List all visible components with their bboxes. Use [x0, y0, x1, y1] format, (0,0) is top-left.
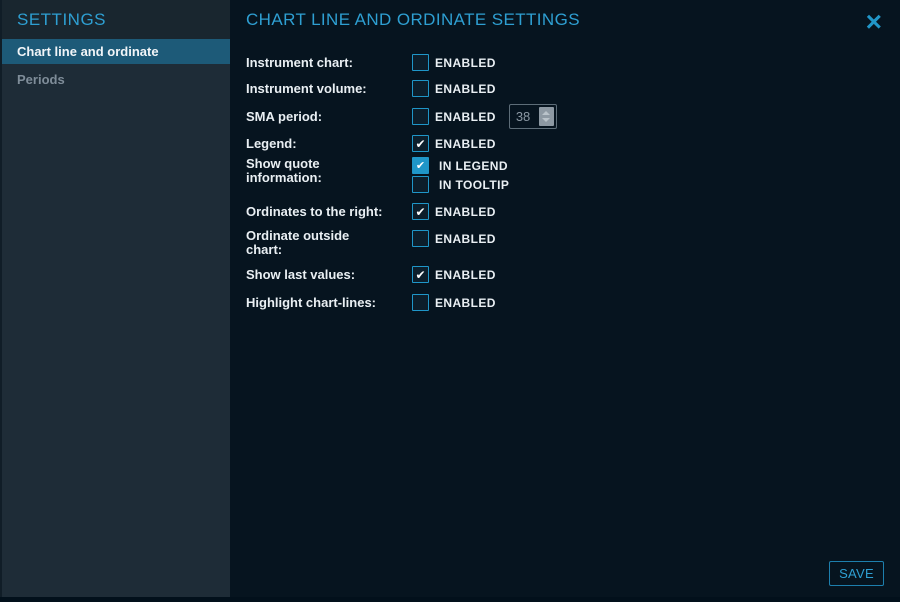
row-ordinate-outside-chart: Ordinate outside chart: ENABLED — [246, 229, 496, 257]
ordinates-right-checkbox[interactable]: ✔ — [412, 203, 429, 220]
sidebar: SETTINGS Chart line and ordinate Periods — [0, 0, 230, 597]
quote-in-tooltip-checkbox[interactable] — [412, 176, 429, 193]
row-show-quote-information: Show quote information: ✔ IN LEGEND IN T… — [246, 157, 509, 193]
checkbox-label[interactable]: IN TOOLTIP — [439, 178, 509, 192]
sidebar-item-chart-line-and-ordinate[interactable]: Chart line and ordinate — [2, 39, 230, 64]
checkbox-label[interactable]: ENABLED — [435, 296, 496, 310]
sma-period-checkbox[interactable] — [412, 108, 429, 125]
settings-dialog: SETTINGS Chart line and ordinate Periods… — [0, 0, 900, 602]
page-title: CHART LINE AND ORDINATE SETTINGS — [246, 10, 580, 30]
show-last-values-checkbox[interactable]: ✔ — [412, 266, 429, 283]
checkbox-label[interactable]: IN LEGEND — [439, 159, 508, 173]
sma-period-value: 38 — [510, 109, 539, 124]
row-legend: Legend: ✔ ENABLED — [246, 135, 496, 152]
sidebar-title: SETTINGS — [17, 10, 106, 30]
row-instrument-chart: Instrument chart: ENABLED — [246, 54, 496, 71]
row-label: Ordinate outside chart: — [246, 229, 412, 257]
spinner-up-icon[interactable] — [542, 111, 550, 115]
checkbox-label[interactable]: ENABLED — [435, 56, 496, 70]
close-icon[interactable]: × — [864, 6, 884, 38]
instrument-chart-checkbox[interactable] — [412, 54, 429, 71]
row-ordinates-to-the-right: Ordinates to the right: ✔ ENABLED — [246, 203, 496, 220]
row-label: Legend: — [246, 137, 412, 151]
checkbox-label[interactable]: ENABLED — [435, 205, 496, 219]
ordinate-outside-checkbox[interactable] — [412, 230, 429, 247]
row-highlight-chart-lines: Highlight chart-lines: ENABLED — [246, 294, 496, 311]
settings-panel: CHART LINE AND ORDINATE SETTINGS × Instr… — [230, 0, 900, 597]
highlight-chart-lines-checkbox[interactable] — [412, 294, 429, 311]
sma-period-input[interactable]: 38 — [509, 104, 557, 129]
sidebar-item-label: Periods — [17, 72, 65, 87]
checkbox-label[interactable]: ENABLED — [435, 137, 496, 151]
checkbox-label[interactable]: ENABLED — [435, 110, 496, 124]
checkbox-label[interactable]: ENABLED — [435, 82, 496, 96]
row-label: Show last values: — [246, 268, 412, 282]
row-label: Instrument volume: — [246, 82, 412, 96]
checkbox-label[interactable]: ENABLED — [435, 232, 496, 246]
instrument-volume-checkbox[interactable] — [412, 80, 429, 97]
row-label: Highlight chart-lines: — [246, 296, 412, 310]
spinner-down-icon[interactable] — [542, 118, 550, 122]
sidebar-header: SETTINGS — [2, 0, 230, 39]
row-instrument-volume: Instrument volume: ENABLED — [246, 80, 496, 97]
number-spinner[interactable] — [539, 107, 554, 126]
row-label: Instrument chart: — [246, 56, 412, 70]
sidebar-item-label: Chart line and ordinate — [17, 44, 159, 59]
save-button[interactable]: SAVE — [829, 561, 884, 586]
row-label: Ordinates to the right: — [246, 205, 412, 219]
row-sma-period: SMA period: ENABLED 38 — [246, 104, 557, 129]
checkbox-label[interactable]: ENABLED — [435, 268, 496, 282]
row-label: SMA period: — [246, 110, 412, 124]
legend-checkbox[interactable]: ✔ — [412, 135, 429, 152]
quote-in-legend-checkbox[interactable]: ✔ — [412, 157, 429, 174]
row-label: Show quote information: — [246, 157, 412, 185]
sidebar-item-periods[interactable]: Periods — [2, 66, 230, 92]
row-show-last-values: Show last values: ✔ ENABLED — [246, 266, 496, 283]
